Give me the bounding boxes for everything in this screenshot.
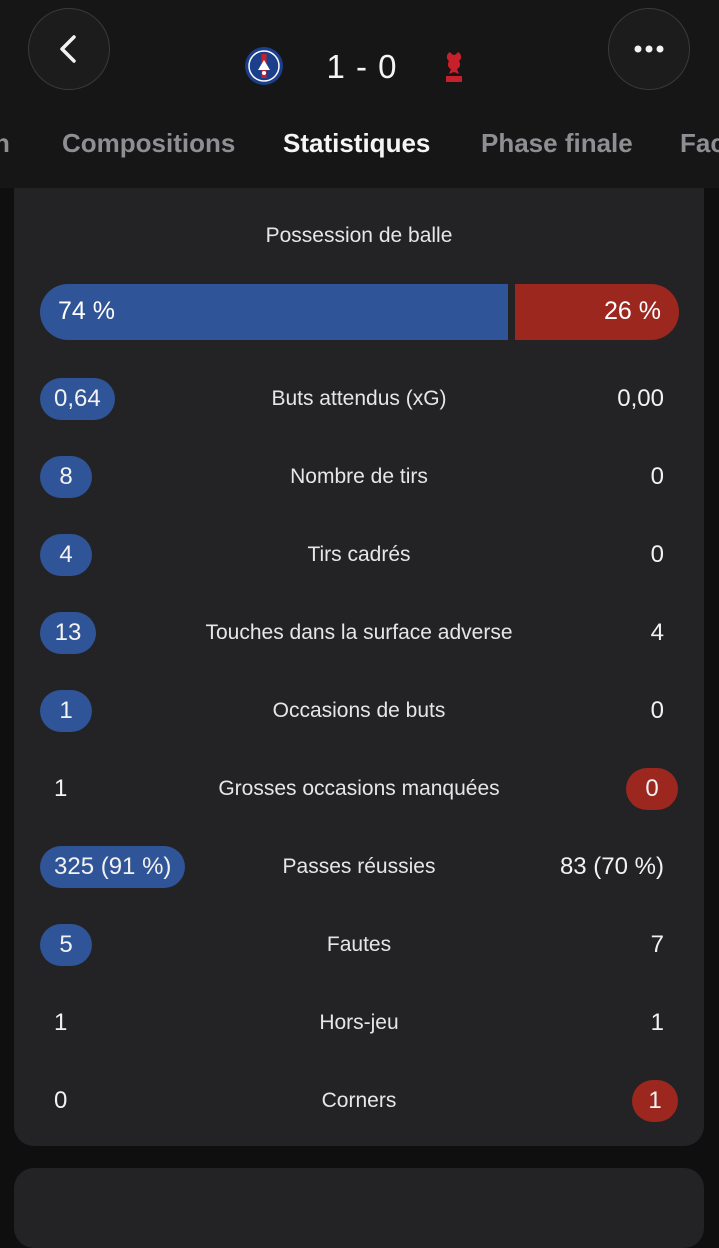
stat-label: Nombre de tirs (290, 465, 428, 488)
stat-away-value: 0,00 (617, 385, 664, 412)
next-section-card (14, 1168, 704, 1248)
stat-away-value: 1 (632, 1080, 678, 1122)
stat-away-value: 0 (650, 463, 664, 490)
stat-row-box-touches: 13 Touches dans la surface adverse 4 (14, 612, 704, 656)
stat-away-value: 7 (650, 931, 664, 958)
stat-home-value: 0,64 (40, 378, 115, 420)
stat-row-passes: 325 (91 %) Passes réussies 83 (70 %) (14, 846, 704, 890)
possession-away-segment: 26 % (515, 284, 679, 340)
stat-away-value: 4 (650, 619, 664, 646)
stat-row-offsides: 1 Hors-jeu 1 (14, 1002, 704, 1046)
stat-row-big-chances-missed: 1 Grosses occasions manquées 0 (14, 768, 704, 812)
stat-label: Fautes (326, 933, 392, 956)
stat-row-shots: 8 Nombre de tirs 0 (14, 456, 704, 500)
stat-away-value: 83 (70 %) (559, 853, 664, 880)
stat-label: Touches dans la surface adverse (205, 621, 513, 644)
tab-compositions[interactable]: Compositions (62, 128, 235, 159)
stat-home-value: 1 (40, 690, 92, 732)
possession-home-label: 74 % (58, 297, 115, 325)
possession-bar: 74 % 26 % (40, 284, 679, 340)
stat-label: Passes réussies (282, 855, 436, 878)
possession-title: Possession de balle (265, 224, 453, 247)
stat-away-value: 0 (626, 768, 678, 810)
more-horizontal-icon (634, 45, 664, 53)
stat-row-xg: 0,64 Buts attendus (xG) 0,00 (14, 378, 704, 422)
stat-row-chances: 1 Occasions de buts 0 (14, 690, 704, 734)
match-header: 1 - 0 h Compositions Statistiques Phase … (0, 0, 719, 188)
stat-label: Buts attendus (xG) (271, 387, 447, 410)
stat-label: Tirs cadrés (307, 543, 411, 566)
stat-home-value: 8 (40, 456, 92, 498)
tab-faceaface[interactable]: Fac (680, 128, 719, 159)
tab-bar: h Compositions Statistiques Phase finale… (0, 128, 719, 168)
statistics-card: Possession de balle 74 % 26 % 0,64 Buts … (14, 188, 704, 1146)
stat-away-value: 1 (650, 1009, 664, 1036)
stat-home-value: 5 (40, 924, 92, 966)
stat-row-corners: 0 Corners 1 (14, 1080, 704, 1124)
stat-away-value: 0 (650, 697, 664, 724)
stat-away-value: 0 (650, 541, 664, 568)
score-text: 1 - 0 (326, 48, 398, 85)
stat-home-value: 1 (54, 1009, 68, 1036)
stat-home-value: 0 (54, 1087, 68, 1114)
psg-crest-icon (245, 47, 283, 85)
more-options-button[interactable] (608, 8, 690, 90)
stat-home-value: 1 (54, 775, 68, 802)
stat-row-shots-on-target: 4 Tirs cadrés 0 (14, 534, 704, 578)
stat-row-fouls: 5 Fautes 7 (14, 924, 704, 968)
stat-label: Hors-jeu (319, 1011, 399, 1034)
stat-home-value: 4 (40, 534, 92, 576)
stat-label: Grosses occasions manquées (218, 777, 500, 800)
tab-match[interactable]: h (0, 128, 10, 159)
tab-statistiques[interactable]: Statistiques (283, 128, 430, 159)
tab-phase-finale[interactable]: Phase finale (481, 128, 633, 159)
stat-home-value: 13 (40, 612, 96, 654)
stat-label: Occasions de buts (272, 699, 446, 722)
possession-home-segment: 74 % (40, 284, 508, 340)
liverpool-crest-icon (446, 52, 462, 82)
possession-away-label: 26 % (604, 297, 661, 325)
stat-label: Corners (321, 1089, 397, 1112)
